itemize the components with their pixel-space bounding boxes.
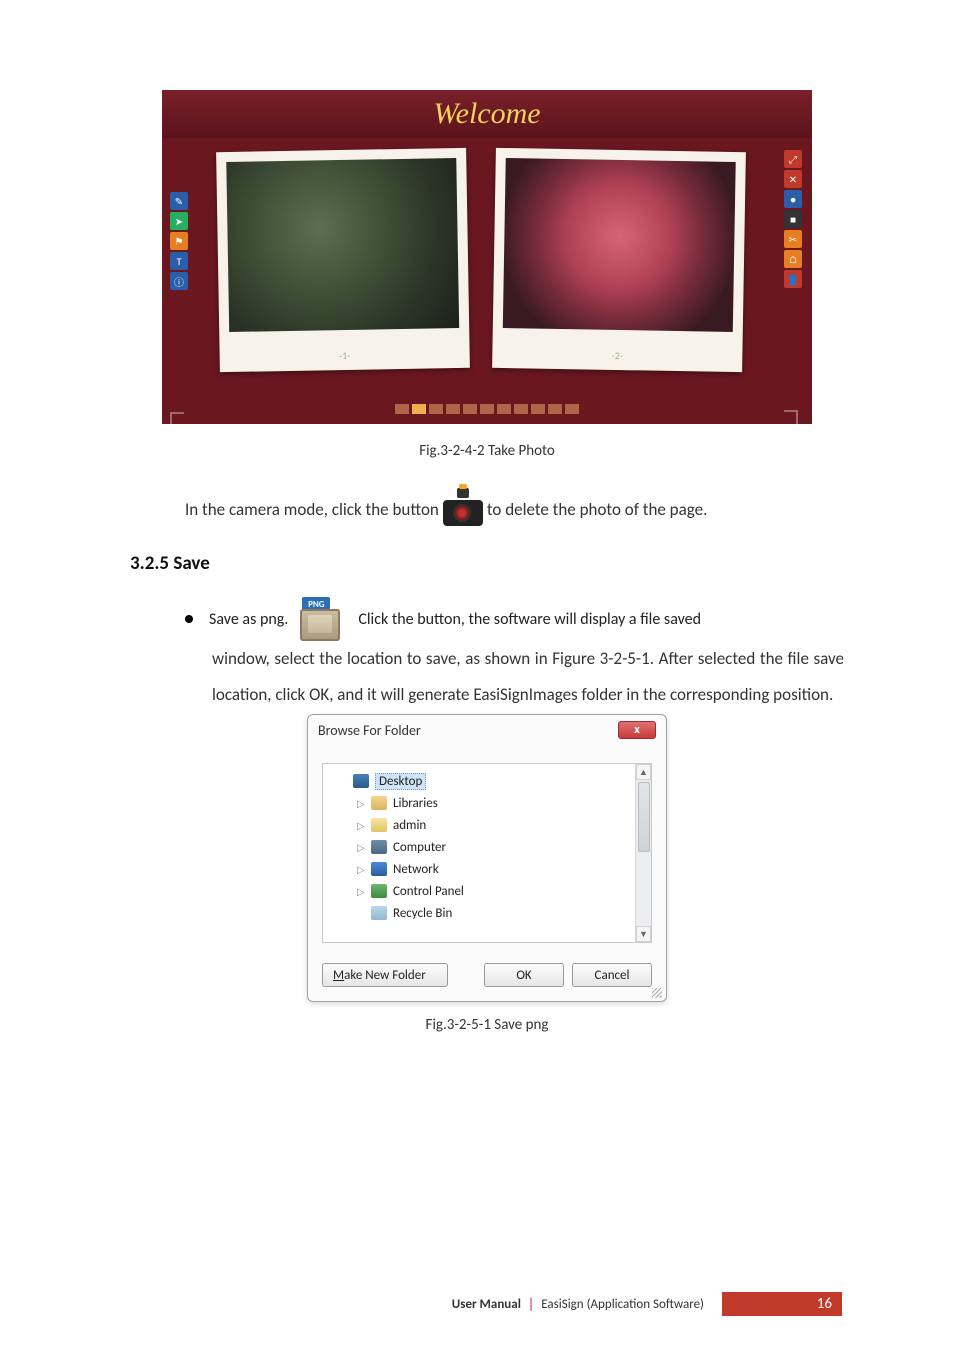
thumbnail-strip[interactable] <box>162 404 812 424</box>
tree-item-control-panel[interactable]: ▷ Control Panel <box>327 880 647 902</box>
make-rest: ake New Folder <box>344 968 426 983</box>
thumbnail-6[interactable] <box>497 404 511 414</box>
footer-separator-icon: │ <box>528 1297 535 1312</box>
thumbnail-3[interactable] <box>446 404 460 414</box>
save-description-paragraph: window, select the location to save, as … <box>212 641 844 712</box>
folder-tree[interactable]: Desktop ▷ Libraries ▷ admin ▷ Computer ▷ Network… <box>322 763 652 943</box>
resize-grip-icon[interactable] <box>652 988 662 998</box>
tree-item-desktop[interactable]: Desktop <box>327 770 647 792</box>
network-icon <box>371 862 387 876</box>
tool-arrow-icon[interactable]: ➤ <box>170 212 188 230</box>
photo-2-index: -2- <box>612 349 623 362</box>
tool-text-icon[interactable]: T <box>170 252 188 270</box>
tool-save-icon[interactable]: ■ <box>784 210 802 228</box>
thumbnail-7[interactable] <box>514 404 528 414</box>
thumbnail-9[interactable] <box>548 404 562 414</box>
expand-arrow-icon[interactable]: ▷ <box>357 863 365 876</box>
right-toolbar: ⤢ ✕ ● ■ ✂ ⌂ 👤 <box>784 150 804 450</box>
expand-arrow-icon[interactable]: ▷ <box>357 819 365 832</box>
right-bracket-icon[interactable] <box>784 410 798 450</box>
photo-1-index: -1- <box>339 349 350 362</box>
desktop-icon <box>353 774 369 788</box>
dialog-close-button[interactable]: x <box>618 721 656 739</box>
tree-item-label: Desktop <box>375 773 426 790</box>
cancel-button[interactable]: Cancel <box>572 963 652 987</box>
make-mnemonic: M <box>333 968 344 983</box>
plant-photo <box>226 158 459 332</box>
figure-caption-take-photo: Fig.3-2-4-2 Take Photo <box>130 442 844 460</box>
bullet-dot-icon <box>185 615 193 623</box>
tree-item-label: Network <box>393 862 439 877</box>
scroll-up-icon[interactable]: ▲ <box>636 764 651 780</box>
tree-item-label: Libraries <box>393 796 438 811</box>
thumbnail-2[interactable] <box>429 404 443 414</box>
footer-page-number: 16 <box>722 1292 842 1316</box>
page-footer: User Manual │ EasiSign (Application Soft… <box>0 1292 954 1316</box>
footer-text: User Manual │ EasiSign (Application Soft… <box>452 1297 704 1312</box>
tree-item-label: Recycle Bin <box>393 906 452 921</box>
save-as-png-label: Save as png. <box>209 610 288 629</box>
thumbnail-8[interactable] <box>531 404 545 414</box>
camera-para-before: In the camera mode, click the button <box>185 494 439 526</box>
left-bracket-icon[interactable] <box>170 412 184 452</box>
browse-for-folder-dialog: Browse For Folder x Desktop ▷ Libraries ▷ ad… <box>307 714 667 1002</box>
dialog-button-row: Make New Folder OK Cancel <box>308 953 666 1001</box>
lib-icon <box>371 796 387 810</box>
thumbnail-0[interactable] <box>395 404 409 414</box>
dialog-title-text: Browse For Folder <box>318 722 421 739</box>
section-heading-save: 3.2.5 Save <box>130 552 844 575</box>
user-icon <box>371 818 387 832</box>
scroll-down-icon[interactable]: ▼ <box>636 926 651 942</box>
expand-arrow-icon[interactable]: ▷ <box>357 797 365 810</box>
cpanel-icon <box>371 884 387 898</box>
recycle-icon <box>371 906 387 920</box>
thumbnail-1[interactable] <box>412 404 426 414</box>
welcome-banner: Welcome ✎ ➤ ⚑ T ⓘ ⤢ ✕ ● ■ ✂ ⌂ 👤 <box>162 90 812 424</box>
tree-item-computer[interactable]: ▷ Computer <box>327 836 647 858</box>
tool-close-icon[interactable]: ✕ <box>784 170 802 188</box>
tree-item-label: Computer <box>393 840 446 855</box>
footer-rest: EasiSign (Application Software) <box>541 1297 704 1312</box>
tree-scrollbar[interactable]: ▲ ▼ <box>635 764 651 942</box>
tree-item-network[interactable]: ▷ Network <box>327 858 647 880</box>
dialog-titlebar: Browse For Folder x <box>308 715 666 745</box>
tree-item-admin[interactable]: ▷ admin <box>327 814 647 836</box>
scroll-thumb[interactable] <box>638 782 650 852</box>
ok-button[interactable]: OK <box>484 963 564 987</box>
photo-card-2[interactable]: -2- <box>492 148 746 372</box>
tool-person-icon[interactable]: 👤 <box>784 270 802 288</box>
save-as-png-rest: Click the button, the software will disp… <box>358 610 844 629</box>
tool-pencil-icon[interactable]: ✎ <box>170 192 188 210</box>
welcome-title: Welcome <box>433 97 540 131</box>
make-new-folder-button[interactable]: Make New Folder <box>322 963 448 987</box>
expand-arrow-icon[interactable]: ▷ <box>357 885 365 898</box>
tool-record-icon[interactable]: ● <box>784 190 802 208</box>
photo-card-1[interactable]: -1- <box>216 148 470 372</box>
heart-photo <box>503 158 736 332</box>
thumbnail-4[interactable] <box>463 404 477 414</box>
tree-item-label: Control Panel <box>393 884 464 899</box>
tool-cut-icon[interactable]: ✂ <box>784 230 802 248</box>
camera-delete-paragraph: In the camera mode, click the button to … <box>185 488 844 526</box>
tool-flag-icon[interactable]: ⚑ <box>170 232 188 250</box>
left-toolbar: ✎ ➤ ⚑ T ⓘ <box>170 192 190 452</box>
tree-item-label: admin <box>393 818 426 833</box>
save-as-png-bullet: Save as png. PNG Click the button, the s… <box>185 597 844 641</box>
welcome-header: Welcome <box>162 90 812 138</box>
computer-icon <box>371 840 387 854</box>
camera-para-after: to delete the photo of the page. <box>487 494 708 526</box>
thumbnail-5[interactable] <box>480 404 494 414</box>
tool-home-icon[interactable]: ⌂ <box>784 250 802 268</box>
tool-expand-icon[interactable]: ⤢ <box>784 150 802 168</box>
png-icon[interactable]: PNG <box>300 597 340 641</box>
thumbnail-10[interactable] <box>565 404 579 414</box>
tree-item-recycle-bin[interactable]: Recycle Bin <box>327 902 647 924</box>
tool-info-icon[interactable]: ⓘ <box>170 272 188 290</box>
camera-delete-icon[interactable] <box>441 488 485 526</box>
tree-item-libraries[interactable]: ▷ Libraries <box>327 792 647 814</box>
figure-caption-save-png: Fig.3-2-5-1 Save png <box>130 1016 844 1034</box>
expand-arrow-icon[interactable]: ▷ <box>357 841 365 854</box>
footer-bold: User Manual <box>452 1297 521 1312</box>
